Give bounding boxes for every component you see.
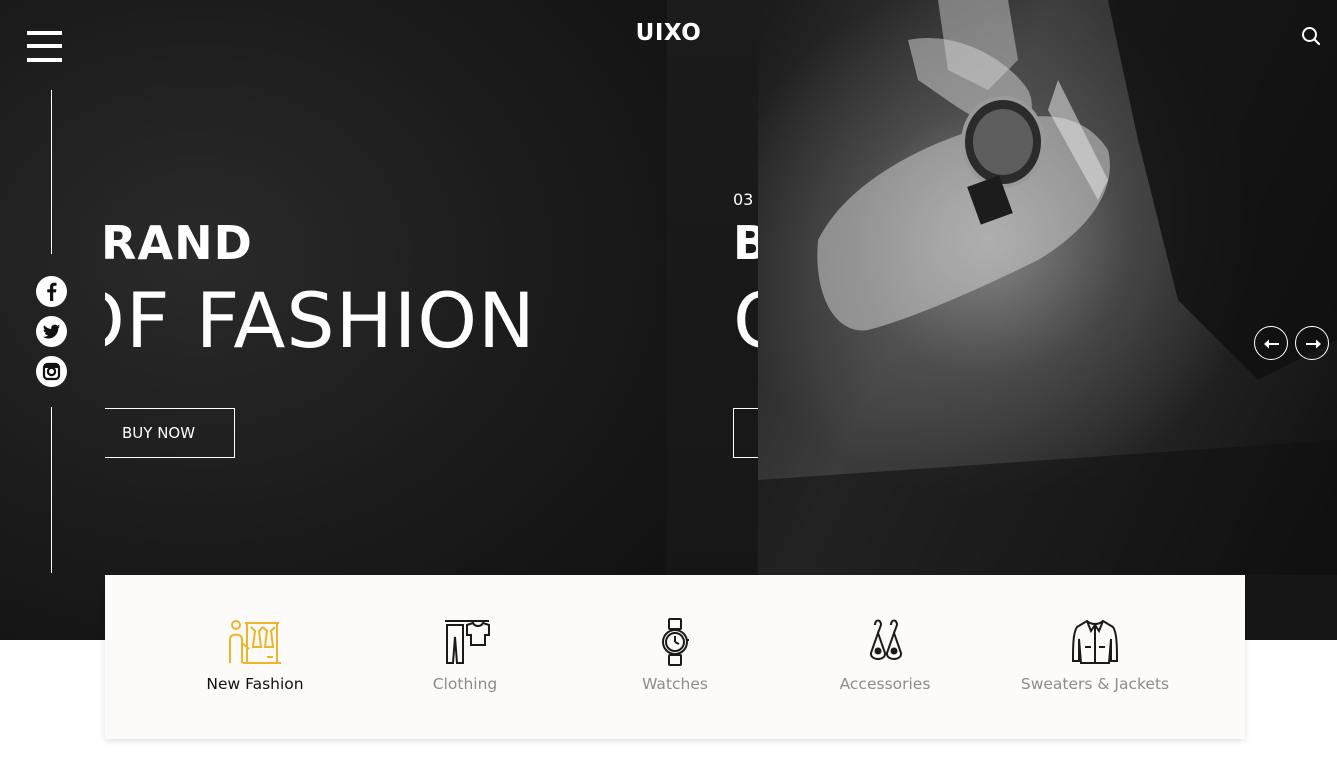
clothes-hanger-icon (445, 620, 490, 664)
category-new-fashion[interactable]: New Fashion (155, 617, 355, 707)
hero-slide-active: BRAND OF FASHION BUY NOW (105, 170, 665, 490)
category-sweaters-jackets[interactable]: Sweaters & Jackets (995, 617, 1195, 707)
buy-now-label: BUY NOW (122, 424, 196, 442)
jacket-icon (1071, 619, 1119, 664)
search-icon[interactable] (1300, 25, 1322, 47)
hero-heading-line2: C (733, 276, 758, 365)
category-label: Sweaters & Jackets (1020, 675, 1170, 693)
site-logo[interactable]: UIXO (0, 20, 1337, 46)
facebook-icon[interactable] (36, 276, 67, 307)
category-accessories[interactable]: Accessories (785, 617, 985, 707)
hero-photo (758, 0, 1337, 575)
hero-heading-line2: OF FASHION (105, 276, 536, 365)
category-bar: New Fashion Clothing Watches Accessories… (105, 575, 1245, 739)
buy-now-button[interactable]: BUY NOW (105, 408, 235, 458)
hero-slide-next: 03 B C (733, 185, 758, 475)
category-label: Watches (642, 675, 708, 693)
arrow-right-icon[interactable] (1295, 326, 1329, 360)
clothing-rack-icon (229, 620, 281, 664)
arrow-left-icon[interactable] (1254, 326, 1288, 360)
category-label: Accessories (839, 675, 931, 693)
wristwatch-icon (662, 618, 689, 666)
divider-line (51, 407, 52, 573)
instagram-icon[interactable] (36, 356, 67, 387)
category-watches[interactable]: Watches (575, 617, 775, 707)
twitter-icon[interactable] (36, 316, 67, 347)
hero-heading-line1: BRAND (105, 216, 253, 270)
category-label: Clothing (432, 675, 498, 693)
category-label: New Fashion (206, 675, 304, 693)
buy-now-button[interactable] (733, 408, 758, 458)
earrings-icon (870, 619, 902, 660)
hero-section: UIXO BRAND OF FASHION BUY NO (0, 0, 1337, 640)
divider-line (51, 90, 52, 254)
hero-heading-line1: B (733, 216, 758, 270)
category-clothing[interactable]: Clothing (365, 617, 565, 707)
slide-number: 03 (733, 190, 754, 209)
